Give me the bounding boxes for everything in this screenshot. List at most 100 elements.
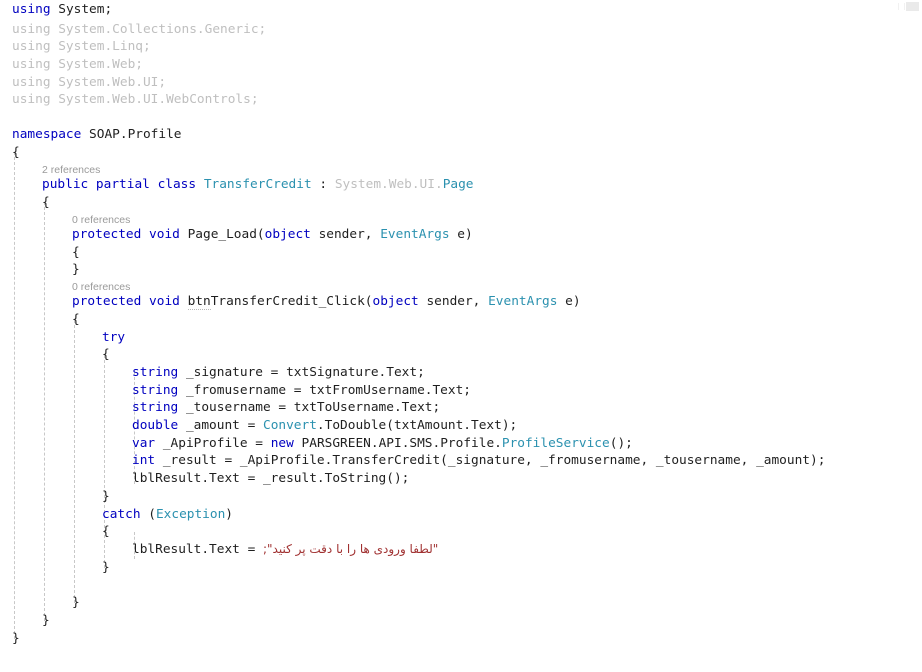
code-token: e)	[557, 294, 581, 309]
code-token: {	[72, 245, 80, 260]
code-line[interactable]: {	[102, 523, 110, 541]
code-line[interactable]: using System.Collections.Generic;	[12, 21, 266, 39]
code-line[interactable]: }	[42, 612, 50, 630]
code-line[interactable]: }	[12, 630, 20, 648]
code-line[interactable]: try	[102, 329, 125, 347]
code-token: :	[311, 177, 335, 192]
code-token: _signature = txtSignature.Text;	[178, 365, 425, 380]
code-line[interactable]: namespace SOAP.Profile	[12, 126, 182, 144]
code-token: string	[132, 365, 179, 380]
code-token: protected void	[72, 294, 180, 309]
indent-guide	[44, 202, 45, 621]
code-token: namespace	[12, 127, 82, 142]
code-token: try	[102, 330, 126, 345]
code-line[interactable]: var _ApiProfile = new PARSGREEN.API.SMS.…	[132, 435, 633, 453]
indent-guide	[14, 152, 15, 639]
code-line[interactable]: using System.Web.UI.WebControls;	[12, 91, 259, 109]
code-token: .ToDouble(txtAmount.Text);	[316, 418, 518, 433]
code-token: int	[132, 453, 156, 468]
code-line[interactable]: string _tousername = txtToUsername.Text;	[132, 399, 440, 417]
code-token: Convert	[262, 418, 317, 433]
code-line[interactable]: catch (Exception)	[102, 506, 233, 524]
code-token: {	[42, 195, 50, 210]
code-token: using System.Linq;	[12, 39, 151, 54]
code-token: using System.Web.UI.WebControls;	[12, 92, 259, 107]
code-token: string	[132, 400, 179, 415]
code-token: {	[72, 312, 80, 327]
code-token: var	[132, 436, 156, 451]
code-line[interactable]: }	[102, 488, 110, 506]
codelens-reference-count[interactable]: 0 references	[72, 213, 130, 227]
code-line[interactable]: protected void Page_Load(object sender, …	[72, 226, 473, 244]
code-token: {	[12, 145, 20, 160]
code-token: }	[12, 631, 20, 646]
code-token: Page_Load(	[179, 227, 265, 242]
code-line[interactable]: protected void btnTransferCredit_Click(o…	[72, 293, 581, 311]
code-line[interactable]: using System;	[12, 1, 112, 19]
codelens-reference-count[interactable]: 2 references	[42, 163, 100, 177]
code-line[interactable]: {	[12, 144, 20, 162]
code-token: object	[264, 227, 311, 242]
code-line[interactable]: public partial class TransferCredit : Sy…	[42, 176, 474, 194]
code-line[interactable]: using System.Web;	[12, 56, 143, 74]
code-line[interactable]: double _amount = Convert.ToDouble(txtAmo…	[132, 417, 517, 435]
code-token: }	[42, 613, 50, 628]
code-line[interactable]: {	[102, 346, 110, 364]
code-token: TransferCredit	[203, 177, 312, 192]
code-token: {	[102, 524, 110, 539]
code-line[interactable]: }	[102, 559, 110, 577]
code-token: new	[270, 436, 294, 451]
code-token: public partial class	[42, 177, 197, 192]
code-line[interactable]: string _fromusername = txtFromUsername.T…	[132, 382, 471, 400]
code-token: EventArgs	[488, 294, 558, 309]
scrollbar-corner-marker	[898, 2, 919, 11]
code-token: object	[372, 294, 419, 309]
code-token: e)	[449, 227, 473, 242]
code-token: "لطفا ورودی ها را با دقت پر کنید";	[262, 542, 439, 556]
code-token: TransferCredit_Click(	[210, 294, 373, 309]
code-line[interactable]: {	[72, 244, 80, 262]
code-line[interactable]: string _signature = txtSignature.Text;	[132, 364, 425, 382]
code-token: Exception	[155, 507, 226, 522]
code-line[interactable]: lblResult.Text = _result.ToString();	[132, 470, 409, 488]
code-line[interactable]: {	[72, 311, 80, 329]
code-token: )	[225, 507, 234, 522]
code-token: catch	[102, 507, 141, 522]
code-line[interactable]: using System.Linq;	[12, 38, 151, 56]
code-line[interactable]: using System.Web.UI;	[12, 74, 166, 92]
code-token: _result = _ApiProfile.TransferCredit(_si…	[155, 453, 826, 468]
code-token: string	[132, 383, 179, 398]
code-token: }	[72, 262, 80, 277]
code-token: System.Web.UI.	[334, 177, 443, 192]
code-token: using System.Web;	[12, 57, 143, 72]
code-line[interactable]: {	[42, 194, 50, 212]
code-line[interactable]: }	[72, 594, 80, 612]
code-token: ProfileService	[501, 436, 610, 451]
code-line[interactable]: lblResult.Text = "لطفا ورودی ها را با دق…	[132, 541, 438, 559]
codelens-reference-count[interactable]: 0 references	[72, 280, 130, 294]
code-token: protected void	[72, 227, 180, 242]
code-token: }	[72, 595, 80, 610]
code-token: Page	[442, 177, 474, 192]
code-line[interactable]: }	[72, 261, 80, 279]
code-token: _fromusername = txtFromUsername.Text;	[178, 383, 472, 398]
code-token: sender,	[310, 227, 381, 242]
code-token: _ApiProfile =	[155, 436, 271, 451]
code-token: (	[140, 507, 156, 522]
code-token: }	[102, 560, 110, 575]
code-editor-surface[interactable]: 2 references 0 references 0 references usi…	[0, 0, 922, 672]
code-token: SOAP.Profile	[81, 127, 182, 142]
code-token: lblResult.Text = _result.ToString();	[132, 471, 410, 486]
code-token: using System.Web.UI;	[12, 75, 167, 90]
code-token: btn	[187, 294, 211, 310]
code-token: System;	[50, 2, 113, 17]
code-token: {	[102, 347, 110, 362]
code-token: using System.Collections.Generic;	[12, 22, 267, 37]
code-token: lblResult.Text =	[132, 542, 263, 557]
code-line[interactable]: int _result = _ApiProfile.TransferCredit…	[132, 452, 825, 470]
code-token: _amount =	[178, 418, 263, 433]
code-token: ();	[609, 436, 633, 451]
code-token: EventArgs	[380, 227, 450, 242]
